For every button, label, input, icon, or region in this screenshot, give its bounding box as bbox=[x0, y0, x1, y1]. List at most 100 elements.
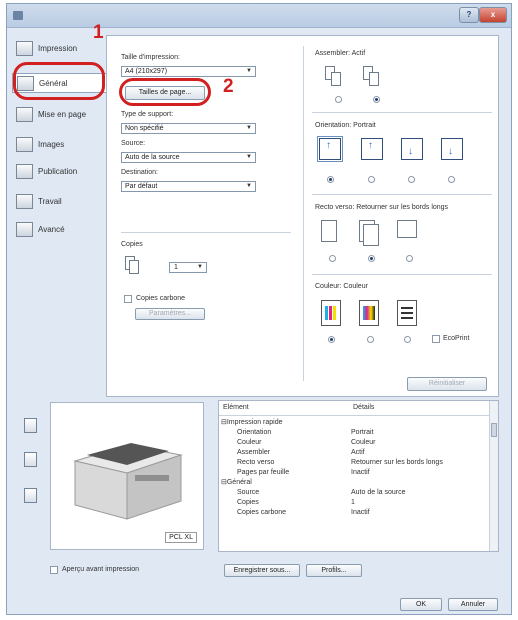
printer-view-icon[interactable] bbox=[24, 418, 37, 433]
pdl-badge: PCL XL bbox=[165, 532, 197, 543]
column-header-element: Elément bbox=[223, 404, 249, 411]
auto-color-radio[interactable] bbox=[367, 336, 374, 343]
divider bbox=[312, 112, 492, 113]
carbon-copies-checkbox[interactable] bbox=[124, 295, 132, 303]
close-button[interactable]: x bbox=[479, 7, 507, 23]
publication-icon bbox=[16, 163, 33, 179]
layout-icon bbox=[16, 106, 33, 122]
orientation-portrait-rotated-option[interactable]: ↓ bbox=[401, 138, 423, 160]
sidebar-item-label: Images bbox=[38, 139, 65, 149]
ok-button[interactable]: OK bbox=[400, 598, 442, 611]
highlight-ring-general bbox=[13, 62, 105, 100]
table-row: ⊟Général bbox=[221, 479, 252, 486]
duplex-label: Recto verso: Retourner sur les bords lon… bbox=[315, 204, 449, 211]
divider bbox=[312, 194, 492, 195]
copies-stack-icon bbox=[129, 260, 139, 274]
destination-label: Destination: bbox=[121, 169, 158, 176]
divider bbox=[219, 415, 491, 416]
orientation-portrait-radio[interactable] bbox=[327, 176, 334, 183]
color-mode-icon[interactable] bbox=[321, 300, 341, 326]
arrow-down-icon: ↓ bbox=[448, 146, 453, 157]
grayscale-radio[interactable] bbox=[404, 336, 411, 343]
cancel-button[interactable]: Annuler bbox=[448, 598, 498, 611]
table-row: Copies carbone Inactif bbox=[237, 509, 370, 516]
sidebar-item-job[interactable]: Travail bbox=[16, 191, 106, 211]
orientation-portrait-rotated-radio[interactable] bbox=[408, 176, 415, 183]
grayscale-icon[interactable] bbox=[397, 300, 417, 326]
arrow-up-icon: ↑ bbox=[368, 140, 373, 151]
ecoprint-checkbox[interactable] bbox=[432, 335, 440, 343]
table-row: Pages par feuille Inactif bbox=[237, 469, 370, 476]
orientation-landscape-option[interactable]: ↑ bbox=[361, 138, 383, 160]
carbon-copies-label: Copies carbone bbox=[136, 295, 186, 302]
table-row: Orientation Portrait bbox=[237, 429, 374, 436]
arrow-up-icon: ↑ bbox=[326, 140, 331, 151]
table-row: Recto verso Retourner sur les bords longs bbox=[237, 459, 443, 466]
color-label: Couleur: Couleur bbox=[315, 283, 368, 290]
orientation-landscape-rotated-radio[interactable] bbox=[448, 176, 455, 183]
job-icon bbox=[16, 193, 33, 209]
duplex-off-icon bbox=[321, 220, 337, 242]
sidebar-item-images[interactable]: Images bbox=[16, 134, 106, 154]
collate-off-radio[interactable] bbox=[335, 96, 342, 103]
auto-color-icon[interactable] bbox=[359, 300, 379, 326]
page-view-icon[interactable] bbox=[24, 452, 37, 467]
sidebar-item-label: Travail bbox=[38, 196, 62, 206]
table-row: Assembler Actif bbox=[237, 449, 365, 456]
duplex-short-edge-radio[interactable] bbox=[406, 255, 413, 262]
profiles-button[interactable]: Profils... bbox=[306, 564, 362, 577]
sidebar-item-publication[interactable]: Publication bbox=[16, 161, 106, 181]
table-row: Couleur Couleur bbox=[237, 439, 376, 446]
destination-dropdown[interactable]: Par défaut bbox=[121, 181, 256, 192]
copies-stepper[interactable]: 1 bbox=[169, 262, 207, 273]
printer-icon bbox=[16, 40, 33, 56]
sidebar-item-advanced[interactable]: Avancé bbox=[16, 219, 106, 239]
sidebar-item-label: Impression bbox=[38, 43, 78, 53]
color-view-icon[interactable] bbox=[24, 488, 37, 503]
highlight-ring-page-sizes bbox=[119, 78, 211, 106]
collate-on-radio[interactable] bbox=[373, 96, 380, 103]
duplex-off-radio[interactable] bbox=[329, 255, 336, 262]
advanced-icon bbox=[16, 221, 33, 237]
orientation-landscape-radio[interactable] bbox=[368, 176, 375, 183]
media-type-dropdown[interactable]: Non spécifié bbox=[121, 123, 256, 134]
media-type-label: Type de support: bbox=[121, 111, 174, 118]
save-as-button[interactable]: Enregistrer sous... bbox=[224, 564, 300, 577]
orientation-portrait-option[interactable]: ↑ bbox=[317, 136, 343, 162]
image-icon bbox=[16, 136, 33, 152]
divider bbox=[312, 274, 492, 275]
table-row: Copies 1 bbox=[237, 499, 355, 506]
scrollbar-thumb[interactable] bbox=[491, 423, 497, 437]
sidebar-item-label: Mise en page bbox=[38, 109, 87, 119]
callout-number-1: 1 bbox=[93, 22, 104, 43]
paper-size-label: Taille d'impression: bbox=[121, 54, 180, 61]
source-dropdown[interactable]: Auto de la source bbox=[121, 152, 256, 163]
divider bbox=[121, 232, 291, 233]
callout-number-2: 2 bbox=[223, 76, 234, 97]
parameters-button[interactable]: Paramètres... bbox=[135, 308, 205, 320]
duplex-short-edge-icon bbox=[397, 220, 417, 238]
collate-on-icon bbox=[369, 72, 379, 86]
printer-icon bbox=[13, 11, 23, 20]
reset-button[interactable]: Réinitialiser bbox=[407, 377, 487, 391]
title-bar: ? x bbox=[7, 4, 511, 28]
orientation-landscape-rotated-option[interactable]: ↓ bbox=[441, 138, 463, 160]
divider bbox=[303, 46, 304, 381]
copies-label: Copies bbox=[121, 241, 143, 248]
printer-preview: PCL XL bbox=[50, 402, 204, 550]
arrow-down-icon: ↓ bbox=[408, 146, 413, 157]
ecoprint-label: EcoPrint bbox=[443, 335, 470, 342]
orientation-label: Orientation: Portrait bbox=[315, 122, 376, 129]
paper-size-dropdown[interactable]: A4 (210x297) bbox=[121, 66, 256, 77]
sidebar-item-layout[interactable]: Mise en page bbox=[16, 104, 106, 124]
print-preview-checkbox[interactable] bbox=[50, 566, 58, 574]
duplex-long-edge-icon bbox=[363, 224, 379, 246]
duplex-long-edge-radio[interactable] bbox=[368, 255, 375, 262]
sidebar-item-label: Avancé bbox=[38, 224, 65, 234]
help-button[interactable]: ? bbox=[459, 7, 479, 23]
table-scrollbar[interactable] bbox=[489, 401, 498, 551]
collate-off-icon bbox=[331, 72, 341, 86]
table-row: ⊟Impression rapide bbox=[221, 419, 283, 426]
printer-image bbox=[73, 443, 183, 520]
color-radio[interactable] bbox=[328, 336, 335, 343]
